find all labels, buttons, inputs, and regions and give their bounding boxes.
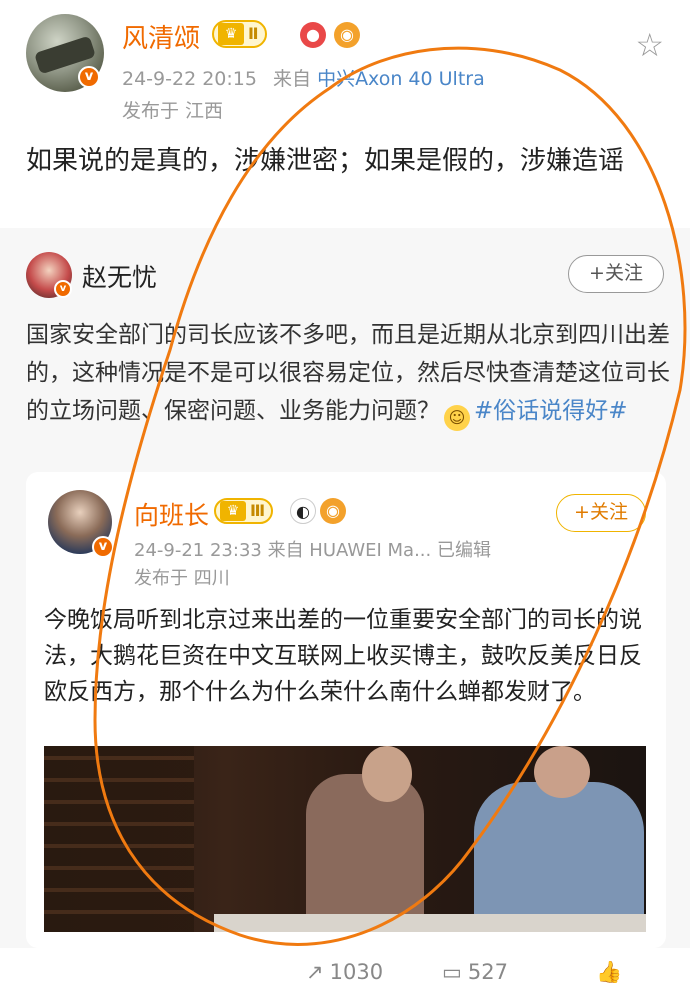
forward-count: 1030 xyxy=(329,960,384,984)
smile-emoji-icon: ☺ xyxy=(444,405,470,431)
verified-icon: v xyxy=(78,66,100,88)
post-header: v 风清颂 ♛ Ⅱ ● ◉ 24-9-22 20:15 来自 中兴Axon 40… xyxy=(0,0,690,125)
forward-icon: ↗ xyxy=(306,960,324,984)
original-location: 发布于 四川 xyxy=(134,568,230,589)
star-icon[interactable]: ☆ xyxy=(635,26,664,64)
like-action[interactable]: 👍 xyxy=(596,960,628,985)
photo-table xyxy=(214,914,646,932)
post-timestamp: 24-9-22 20:15 xyxy=(122,68,257,90)
follow-button[interactable]: +关注 xyxy=(556,494,646,532)
photo-person-left xyxy=(306,774,424,932)
post-text: 如果说的是真的，涉嫌泄密；如果是假的，涉嫌造谣 xyxy=(26,146,625,176)
crown-icon: ♛ xyxy=(220,501,246,521)
level-badge: ♛ Ⅲ xyxy=(214,498,274,524)
original-meta: 24-9-21 23:33 来自 HUAWEI Ma... 已编辑 xyxy=(134,540,491,561)
level-label: Ⅲ xyxy=(250,501,266,520)
original-text: 今晚饭局听到北京过来出差的一位重要安全部门的司长的说法，大鹅花巨资在中文互联网上… xyxy=(44,607,642,705)
photo-head-left xyxy=(362,746,412,802)
original-author[interactable]: 向班长 xyxy=(134,496,209,532)
fish-icon: ◉ xyxy=(320,498,346,524)
verified-icon: v xyxy=(92,536,114,558)
panda-icon: ◐ xyxy=(290,498,316,524)
post-device[interactable]: 中兴Axon 40 Ultra xyxy=(317,68,485,90)
comment-icon: ▭ xyxy=(442,960,462,984)
fish-icon: ◉ xyxy=(334,22,360,48)
repost-text: 国家安全部门的司长应该不多吧，而且是近期从北京到四川出差的，这种情况是不是可以很… xyxy=(26,316,676,431)
like-icon: 👍 xyxy=(596,960,623,984)
author-name[interactable]: 风清颂 xyxy=(122,18,200,55)
level-badge: ♛ Ⅱ xyxy=(212,20,267,48)
post-photo[interactable] xyxy=(44,746,646,932)
forward-action[interactable]: ↗ 1030 xyxy=(306,960,383,984)
repost-author[interactable]: 赵无忧 xyxy=(82,258,157,294)
level-label: Ⅱ xyxy=(248,24,259,43)
comment-count: 527 xyxy=(467,960,508,984)
verified-icon: v xyxy=(54,280,72,298)
hashtag-link[interactable]: #俗话说得好# xyxy=(474,398,628,424)
medal-icon: ● xyxy=(300,22,326,48)
post-location: 发布于 江西 xyxy=(122,100,224,122)
photo-person-right xyxy=(474,782,644,932)
post-meta: 24-9-22 20:15 来自 中兴Axon 40 Ultra xyxy=(122,64,485,91)
post-source-prefix: 来自 xyxy=(273,68,312,90)
photo-shelf xyxy=(44,746,194,932)
crown-icon: ♛ xyxy=(218,23,244,45)
photo-head-right xyxy=(534,746,590,798)
follow-button[interactable]: +关注 xyxy=(568,255,664,293)
comment-action[interactable]: ▭ 527 xyxy=(442,960,508,984)
